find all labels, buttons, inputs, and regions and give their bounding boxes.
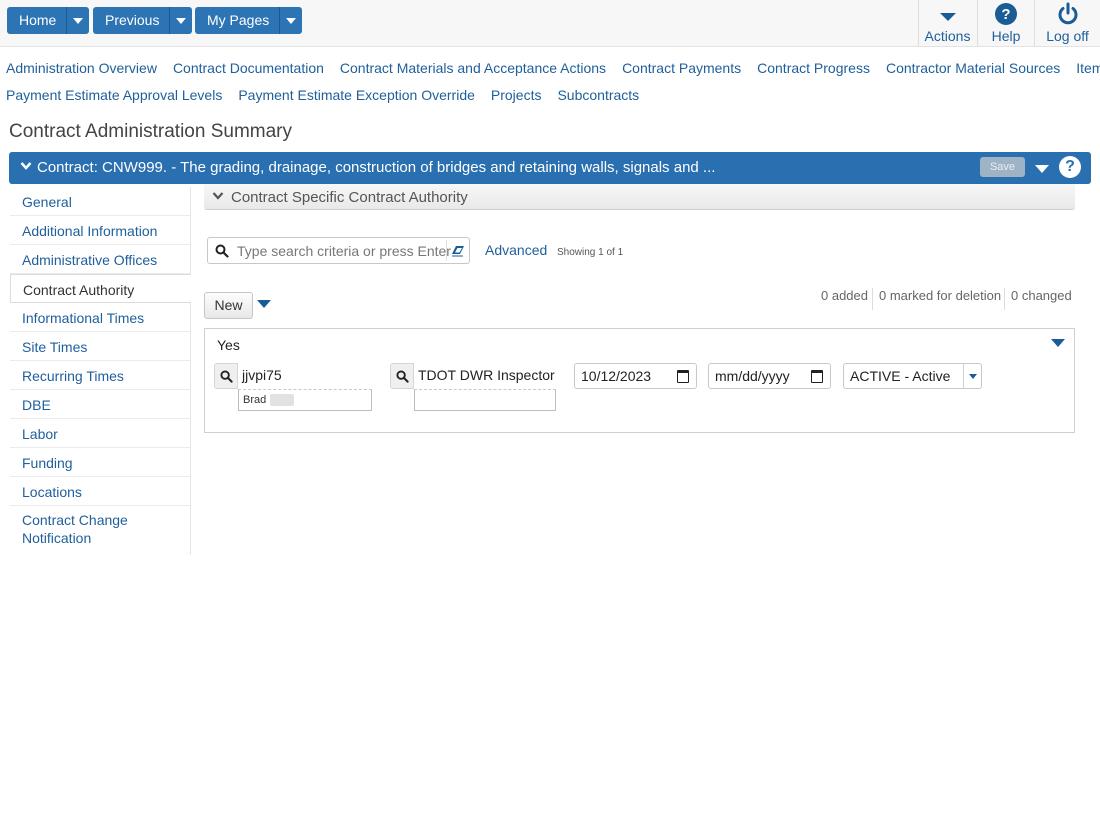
my-pages-button[interactable]: My Pages xyxy=(195,7,281,34)
sidebar-item-contract-authority[interactable]: Contract Authority xyxy=(10,274,191,303)
deletion-count: 0 marked for deletion xyxy=(872,288,1007,310)
nav-link-contract-progress[interactable]: Contract Progress xyxy=(757,60,870,76)
log-off-label: Log off xyxy=(1046,28,1089,44)
sidebar-item-dbe[interactable]: DBE xyxy=(10,390,190,419)
sidebar-item-recurring-times[interactable]: Recurring Times xyxy=(10,361,190,390)
calendar-icon[interactable] xyxy=(677,370,689,383)
sidebar-item-administrative-offices[interactable]: Administrative Offices xyxy=(10,245,190,274)
chevron-down-icon xyxy=(968,373,977,379)
chevron-down-icon xyxy=(939,13,956,21)
chevron-down-icon xyxy=(286,17,297,24)
nav-link-payment-estimate-exception-override[interactable]: Payment Estimate Exception Override xyxy=(238,87,475,103)
search-placeholder: Type search criteria or press Enter xyxy=(237,243,451,259)
nav-link-contract-materials[interactable]: Contract Materials and Acceptance Action… xyxy=(340,60,606,76)
contract-header-bar[interactable]: Contract: CNW999. - The grading, drainag… xyxy=(9,152,1091,184)
added-count: 0 added xyxy=(821,288,868,303)
start-date-value: 10/12/2023 xyxy=(581,368,652,384)
advanced-search-link[interactable]: Advanced xyxy=(485,242,547,258)
role-lookup-button[interactable] xyxy=(390,363,414,389)
new-dropdown-icon[interactable] xyxy=(257,300,271,308)
end-date-placeholder: mm/dd/yyyy xyxy=(715,368,790,384)
home-button[interactable]: Home xyxy=(7,7,68,34)
role-lookup-field[interactable]: TDOT DWR Inspector xyxy=(390,363,556,389)
end-date-input[interactable]: mm/dd/yyyy xyxy=(708,363,831,389)
nav-link-contract-documentation[interactable]: Contract Documentation xyxy=(173,60,324,76)
authority-record: Yes jjvpi75 Brad TDOT DWR Inspector 10/1… xyxy=(204,328,1075,433)
sidebar-item-labor[interactable]: Labor xyxy=(10,419,190,448)
previous-split-button: Previous xyxy=(93,7,193,34)
log-off-button[interactable]: Log off xyxy=(1034,0,1100,46)
role-description-display xyxy=(414,389,556,411)
nav-link-contractor-material-sources[interactable]: Contractor Material Sources xyxy=(886,60,1060,76)
chevron-down-icon xyxy=(73,17,84,24)
sidebar-item-label: Contract Change Notification xyxy=(22,512,128,546)
role-value: TDOT DWR Inspector xyxy=(418,367,555,383)
changed-count: 0 changed xyxy=(1004,288,1078,310)
sidebar-item-site-times[interactable]: Site Times xyxy=(10,332,190,361)
my-pages-dropdown-button[interactable] xyxy=(280,7,303,34)
home-dropdown-button[interactable] xyxy=(67,7,90,34)
status-select[interactable]: ACTIVE - Active xyxy=(843,363,982,389)
save-button[interactable]: Save xyxy=(980,157,1025,177)
actions-menu[interactable]: Actions xyxy=(918,0,976,46)
new-button[interactable]: New xyxy=(204,292,253,319)
search-icon xyxy=(395,369,409,383)
nav-link-items[interactable]: Items xyxy=(1076,60,1100,76)
user-lookup-field[interactable]: jjvpi75 xyxy=(214,363,372,389)
previous-button[interactable]: Previous xyxy=(93,7,171,34)
page-title: Contract Administration Summary xyxy=(9,121,292,142)
actions-label: Actions xyxy=(924,28,971,44)
user-lookup-button[interactable] xyxy=(214,363,238,389)
sidebar-item-funding[interactable]: Funding xyxy=(10,448,190,477)
nav-link-payment-estimate-approval-levels[interactable]: Payment Estimate Approval Levels xyxy=(6,87,222,103)
chevron-down-icon xyxy=(176,17,187,24)
status-value: ACTIVE - Active xyxy=(850,368,951,384)
nav-links-row-1: Administration Overview Contract Document… xyxy=(6,60,1100,76)
section-header[interactable]: Contract Specific Contract Authority xyxy=(204,184,1075,210)
home-split-button: Home xyxy=(7,7,90,34)
start-date-input[interactable]: 10/12/2023 xyxy=(574,363,697,389)
nav-link-subcontracts[interactable]: Subcontracts xyxy=(557,87,639,103)
record-label: Yes xyxy=(217,337,240,353)
search-icon xyxy=(219,369,233,383)
search-icon xyxy=(215,244,229,258)
power-icon xyxy=(1058,2,1077,25)
nav-links-row-2: Payment Estimate Approval Levels Payment … xyxy=(6,87,655,103)
nav-link-projects[interactable]: Projects xyxy=(491,87,542,103)
sidebar-item-contract-change-notification[interactable]: Contract Change Notification xyxy=(10,506,190,552)
sidebar: General Additional Information Administr… xyxy=(10,187,191,555)
sidebar-item-locations[interactable]: Locations xyxy=(10,477,190,506)
previous-dropdown-button[interactable] xyxy=(170,7,193,34)
user-id-value: jjvpi75 xyxy=(242,367,282,383)
results-count: Showing 1 of 1 xyxy=(557,247,624,258)
help-icon: ? xyxy=(995,3,1017,25)
contract-menu-dropdown-icon[interactable] xyxy=(1035,165,1049,173)
nav-link-contract-payments[interactable]: Contract Payments xyxy=(622,60,741,76)
eraser-icon xyxy=(451,245,464,256)
clear-search-button[interactable] xyxy=(446,240,468,261)
help-button[interactable]: ? Help xyxy=(977,0,1034,46)
status-dropdown-button[interactable] xyxy=(963,364,981,388)
top-toolbar: Home Previous My Pages Actions ? Help Lo… xyxy=(0,0,1100,47)
nav-link-administration-overview[interactable]: Administration Overview xyxy=(6,60,157,76)
help-label: Help xyxy=(991,28,1021,44)
help-icon[interactable]: ? xyxy=(1059,156,1081,178)
redacted-text xyxy=(270,394,295,407)
calendar-icon[interactable] xyxy=(811,370,823,383)
search-input[interactable]: Type search criteria or press Enter xyxy=(207,237,470,264)
chevron-down-icon xyxy=(212,192,224,200)
section-title: Contract Specific Contract Authority xyxy=(231,189,468,206)
contract-title: Contract: CNW999. - The grading, drainag… xyxy=(37,159,716,176)
user-name-value: Brad xyxy=(243,394,267,406)
sidebar-item-additional-information[interactable]: Additional Information xyxy=(10,216,190,245)
sidebar-item-general[interactable]: General xyxy=(10,187,190,216)
svg-text:?: ? xyxy=(1001,6,1010,23)
user-name-display: Brad xyxy=(238,389,372,411)
sidebar-item-informational-times[interactable]: Informational Times xyxy=(10,303,190,332)
my-pages-split-button: My Pages xyxy=(195,7,303,34)
record-menu-dropdown-icon[interactable] xyxy=(1051,339,1065,347)
chevron-down-icon xyxy=(20,162,32,170)
